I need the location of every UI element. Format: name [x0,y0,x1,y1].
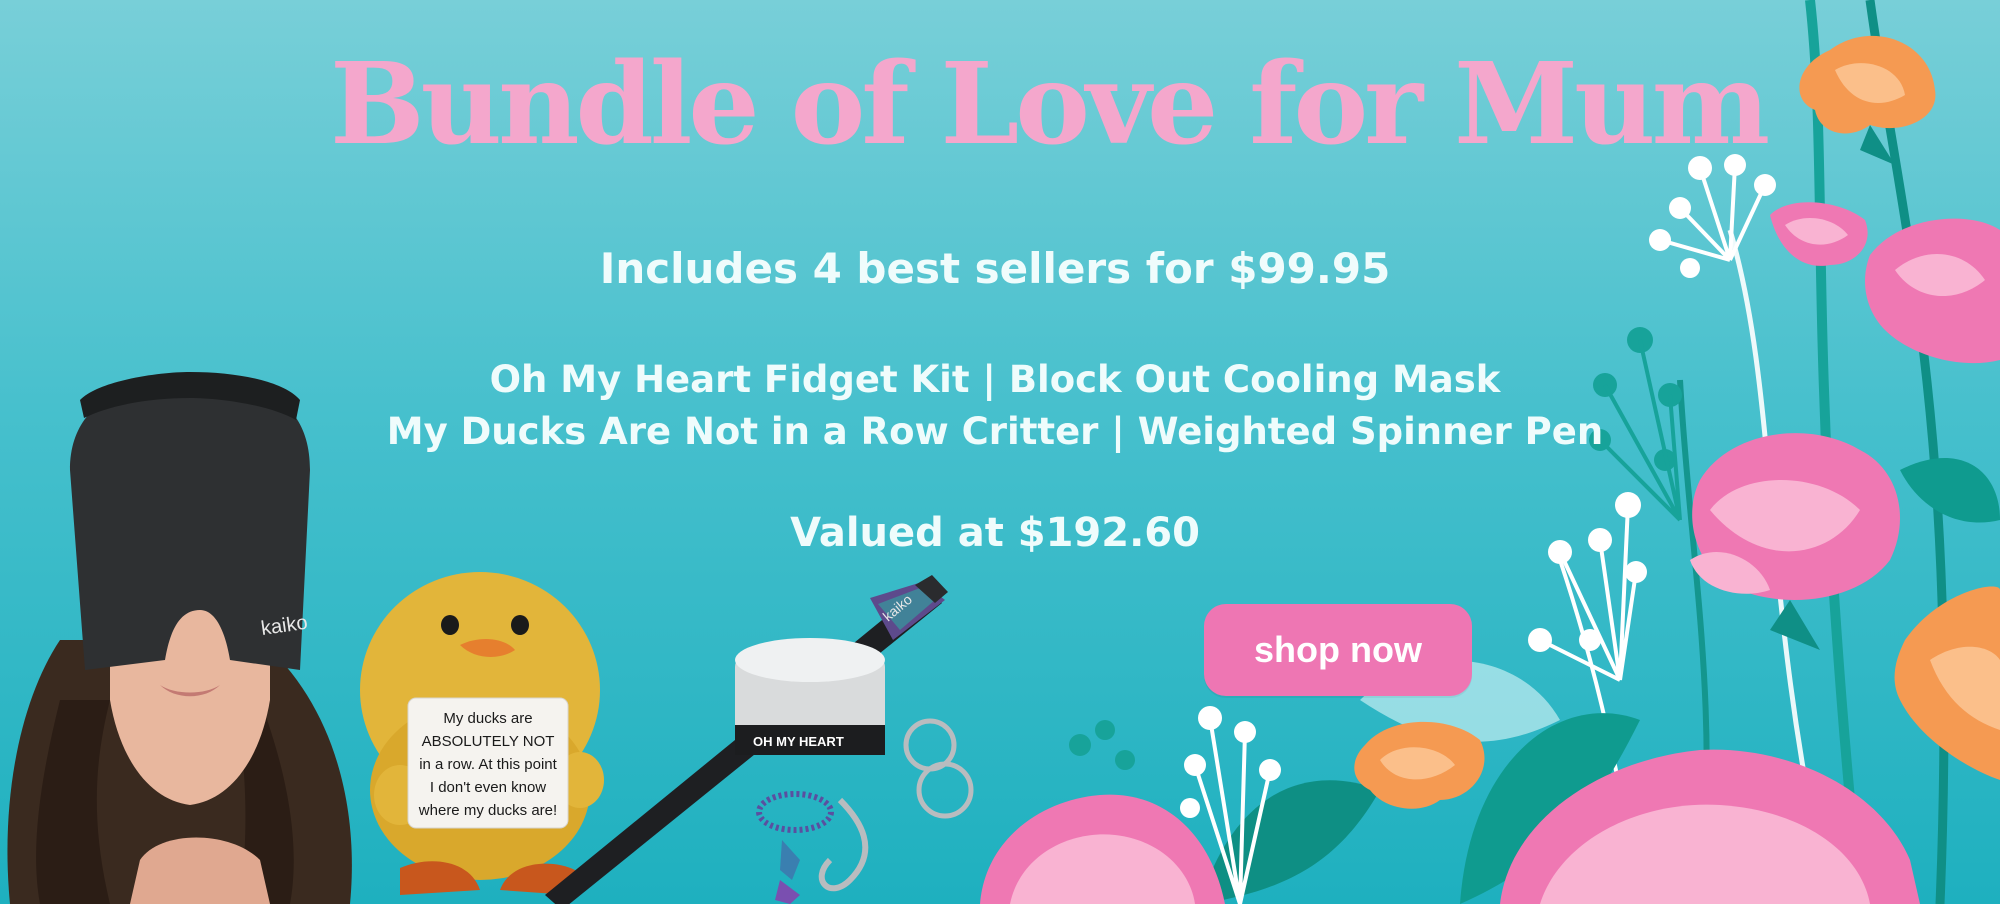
banner-subheadline: Includes 4 best sellers for $99.95 [599,244,1391,293]
promo-banner[interactable]: kaiko My ducks are ABSOLUTELY NOT in a r… [0,0,2000,904]
valued-at-text: Valued at $192.60 [790,510,1200,556]
bundle-items: Oh My Heart Fidget Kit | Block Out Cooli… [330,354,1660,458]
bundle-items-line-1: Oh My Heart Fidget Kit | Block Out Cooli… [489,358,1501,401]
banner-headline: Bundle of Love for Mum [330,39,1770,170]
bundle-items-line-2: My Ducks Are Not in a Row Critter | Weig… [386,410,1604,453]
shop-now-button[interactable]: shop now [1204,604,1472,696]
tin-label: OH MY HEART [753,734,844,749]
